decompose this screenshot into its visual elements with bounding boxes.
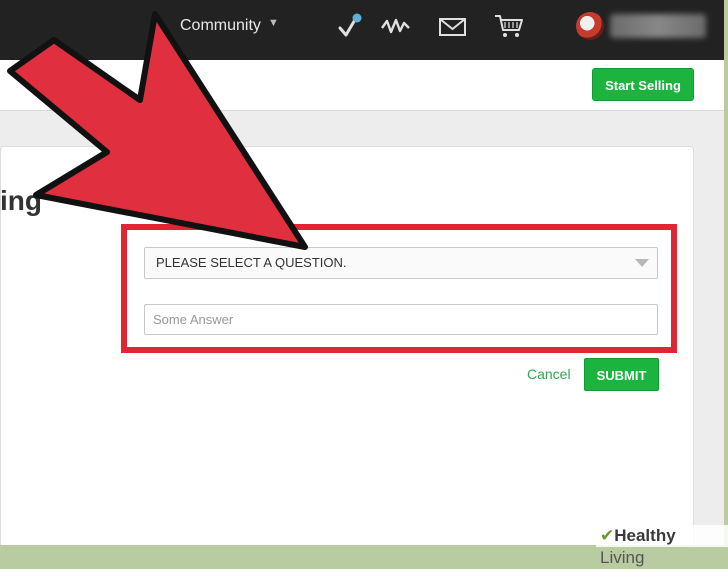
screenshot-frame: Community ▼ Start Selling ing PLEASE SEL… (0, 0, 724, 545)
red-arrow-icon (7, 11, 308, 250)
watermark: ✔Healthy Living (596, 525, 728, 567)
check-icon: ✔ (600, 526, 615, 545)
watermark-word-healthy: Healthy (614, 526, 676, 545)
watermark-word-living: Living (600, 548, 645, 567)
